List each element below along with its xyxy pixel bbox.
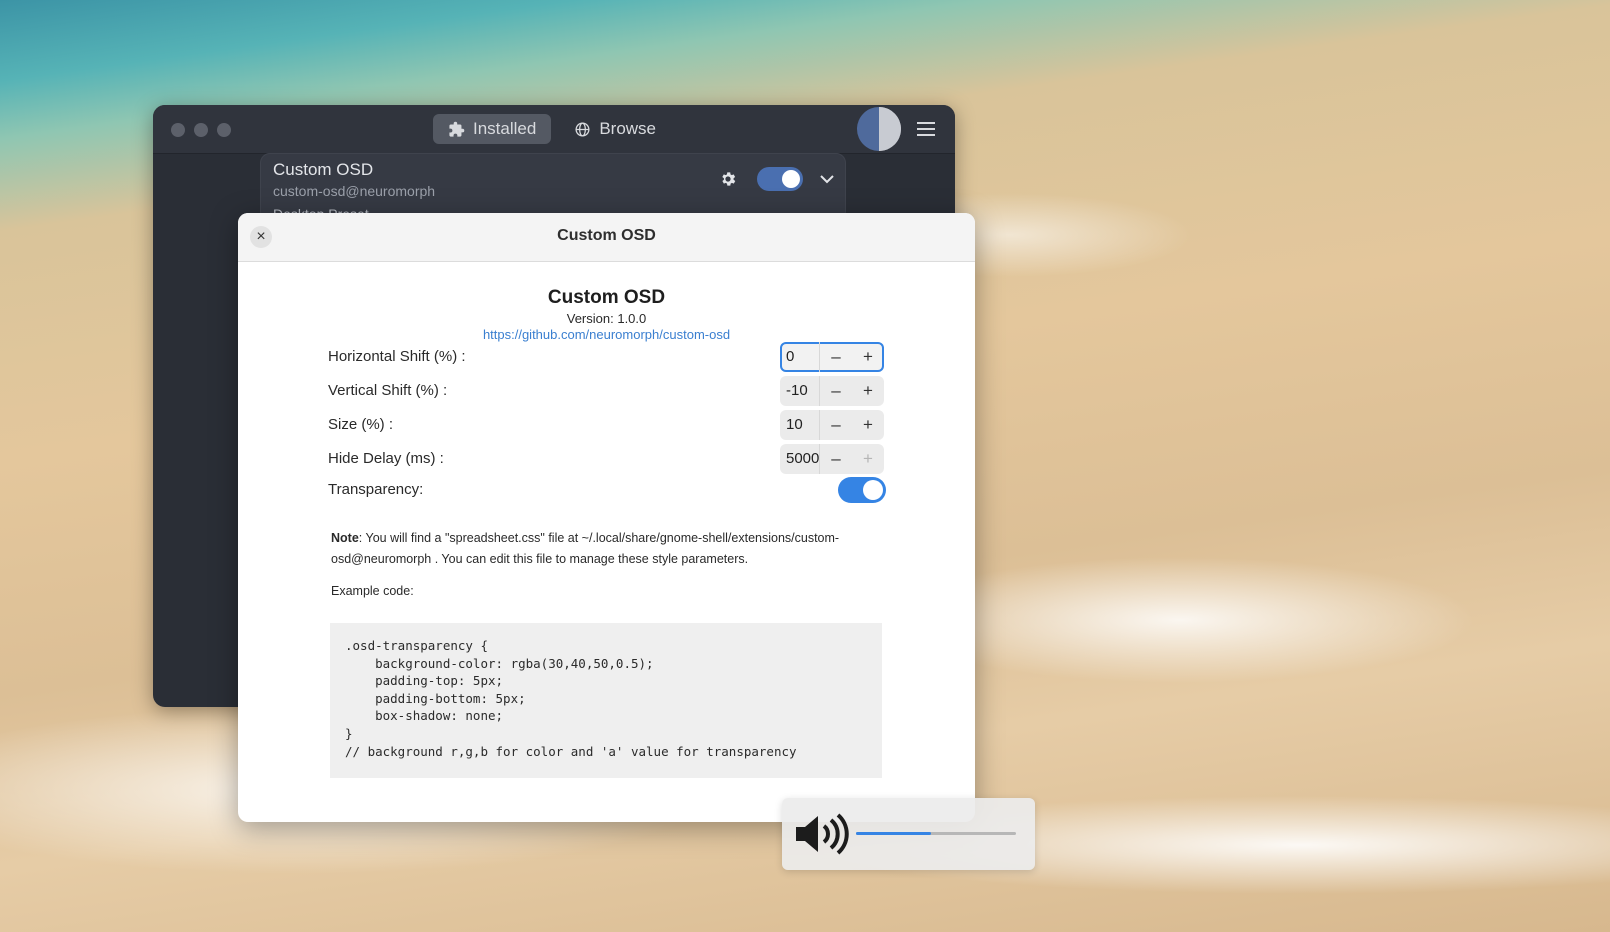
spin-value[interactable]: 5000	[780, 444, 820, 474]
hide-delay-spinbutton[interactable]: 5000 – +	[780, 444, 884, 474]
spin-value[interactable]: -10	[780, 376, 820, 406]
window-minimize-button[interactable]	[194, 123, 208, 137]
pref-label: Hide Delay (ms) :	[328, 450, 444, 467]
extension-enable-switch[interactable]	[757, 167, 803, 191]
increment-button[interactable]: +	[852, 410, 884, 440]
window-close-button[interactable]	[171, 123, 185, 137]
size-spinbutton[interactable]: 10 – +	[780, 410, 884, 440]
about-version: Version: 1.0.0	[566, 311, 647, 326]
spin-value[interactable]: 0	[780, 342, 820, 372]
decrement-button[interactable]: –	[820, 342, 852, 372]
dialog-header: × Custom OSD	[238, 213, 975, 262]
tab-browse-label: Browse	[599, 119, 657, 138]
global-extensions-toggle[interactable]	[857, 107, 901, 151]
vertical-shift-spinbutton[interactable]: -10 – +	[780, 376, 884, 406]
pref-row-hide-delay: Hide Delay (ms) : 5000 – +	[328, 444, 888, 474]
about-name: Custom OSD	[547, 287, 666, 308]
puzzle-icon	[449, 121, 465, 137]
increment-button[interactable]: +	[852, 444, 884, 474]
volume-level-fill	[856, 832, 932, 835]
increment-button[interactable]: +	[852, 342, 884, 372]
example-code-label: Example code:	[331, 584, 414, 598]
pref-label: Transparency:	[328, 481, 424, 498]
increment-button[interactable]: +	[852, 376, 884, 406]
spin-value[interactable]: 10	[780, 410, 820, 440]
globe-icon	[575, 121, 590, 137]
extension-uuid: custom-osd@neuromorph	[273, 183, 436, 199]
about-section: Custom OSD Version: 1.0.0 https://github…	[238, 287, 975, 342]
view-switcher: Installed Browse	[433, 114, 671, 144]
pref-label: Horizontal Shift (%) :	[328, 348, 466, 365]
note-body: : You will find a "spreadsheet.css" file…	[331, 531, 840, 566]
decrement-button[interactable]: –	[820, 410, 852, 440]
tab-installed-label: Installed	[473, 119, 537, 138]
hamburger-menu-icon[interactable]	[915, 119, 937, 139]
decrement-button[interactable]: –	[820, 444, 852, 474]
window-maximize-button[interactable]	[217, 123, 231, 137]
extension-row[interactable]: Custom OSD custom-osd@neuromorph Desktop…	[260, 153, 846, 222]
volume-level-bar	[856, 832, 1016, 835]
tab-browse[interactable]: Browse	[559, 114, 671, 144]
window-controls	[171, 123, 231, 137]
volume-high-icon	[796, 813, 849, 855]
note-card: Note: You will find a "spreadsheet.css" …	[328, 525, 884, 778]
headerbar: Installed Browse	[153, 105, 955, 154]
gear-icon[interactable]	[719, 170, 737, 188]
decrement-button[interactable]: –	[820, 376, 852, 406]
volume-osd	[782, 798, 1035, 870]
transparency-switch[interactable]	[838, 477, 886, 503]
extension-name: Custom OSD	[273, 160, 374, 179]
pref-row-transparency: Transparency:	[328, 475, 888, 505]
about-link[interactable]: https://github.com/neuromorph/custom-osd	[238, 327, 975, 342]
pref-label: Size (%) :	[328, 416, 394, 433]
pref-row-horizontal-shift: Horizontal Shift (%) : 0 – +	[328, 342, 888, 372]
pref-label: Vertical Shift (%) :	[328, 382, 448, 399]
pref-row-vertical-shift: Vertical Shift (%) : -10 – +	[328, 376, 888, 406]
horizontal-shift-spinbutton[interactable]: 0 – +	[780, 342, 884, 372]
chevron-down-icon[interactable]	[819, 171, 835, 187]
preferences-dialog: × Custom OSD Custom OSD Version: 1.0.0 h…	[238, 213, 975, 822]
pref-row-size: Size (%) : 10 – +	[328, 410, 888, 440]
code-block: .osd-transparency { background-color: rg…	[330, 623, 882, 778]
note-bold: Note	[331, 531, 359, 545]
tab-installed[interactable]: Installed	[433, 114, 552, 144]
note-text: Note: You will find a "spreadsheet.css" …	[328, 525, 884, 570]
dialog-title: Custom OSD	[557, 227, 656, 244]
